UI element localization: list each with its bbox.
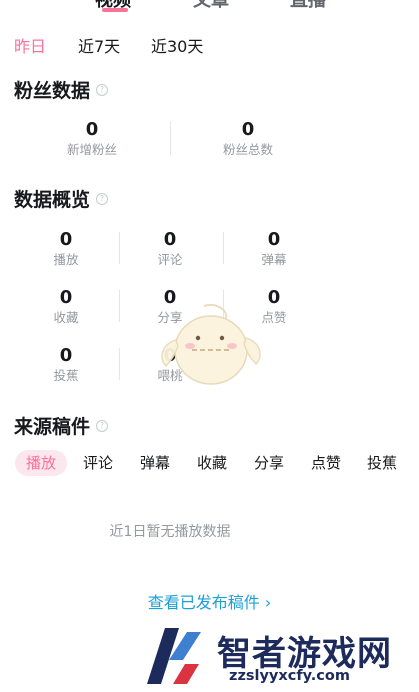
sources-title-text: 来源稿件 [14,416,91,438]
stat-label: 评论 [157,252,183,267]
filter-30-days[interactable]: 近30天 [151,33,203,57]
stat-value: 0 [85,119,99,140]
stat-total-fans: 0 粉丝总数 [188,119,308,158]
stat-value: 0 [163,229,177,250]
stat-value: 0 [241,119,255,140]
tab-live[interactable]: 直播 [290,0,326,12]
mascot-character-image [161,304,261,385]
help-icon[interactable]: ? [96,83,109,96]
source-tab-bananas[interactable]: 投蕉 [367,450,397,476]
fans-title-text: 粉丝数据 [14,80,91,102]
stat-value: 0 [59,229,73,250]
watermark-url: zzslyyxcfy.com [229,668,350,684]
stat-label: 投蕉 [53,368,79,383]
stat-label: 弹幕 [261,252,287,267]
top-tab-bar: 视频 文章 直播 [0,0,419,12]
stat-danmaku: 0 弹幕 [214,229,334,268]
active-tab-indicator [102,8,128,12]
stat-label: 粉丝总数 [222,142,273,157]
stat-plays: 0 播放 [6,229,126,268]
stat-favorites: 0 收藏 [6,287,126,326]
stat-comments: 0 评论 [110,229,230,268]
stat-value: 0 [267,229,281,250]
overview-title-text: 数据概览 [14,189,91,211]
source-tab-favorites[interactable]: 收藏 [197,450,227,476]
filter-yesterday[interactable]: 昨日 [14,33,46,57]
overview-section-title: 数据概览 ? [14,185,109,212]
fans-section-title: 粉丝数据 ? [14,76,109,103]
help-icon[interactable]: ? [96,419,109,432]
watermark-logo: 智者游戏网 zzslyyxcfy.com [135,622,419,692]
stat-label: 播放 [53,252,79,267]
empty-state-message: 近1日暂无播放数据 [109,524,231,540]
source-tab-shares[interactable]: 分享 [254,450,284,476]
stat-value: 0 [59,345,73,366]
source-tab-comments[interactable]: 评论 [83,450,113,476]
divider [170,121,171,155]
source-tab-plays[interactable]: 播放 [15,450,68,476]
filter-7-days[interactable]: 近7天 [78,33,120,57]
stat-value: 0 [59,287,73,308]
view-published-link[interactable]: 查看已发布稿件 › [0,589,419,613]
source-tab-danmaku[interactable]: 弹幕 [140,450,170,476]
source-tab-likes[interactable]: 点赞 [311,450,341,476]
stat-new-fans: 0 新增粉丝 [32,119,152,158]
sources-section-title: 来源稿件 ? [14,412,109,439]
stat-bananas: 0 投蕉 [6,345,126,384]
stat-label: 新增粉丝 [66,142,117,157]
watermark-logo-mark [147,628,201,684]
tab-article[interactable]: 文章 [193,0,229,12]
stat-label: 收藏 [53,310,79,325]
help-icon[interactable]: ? [96,192,109,205]
